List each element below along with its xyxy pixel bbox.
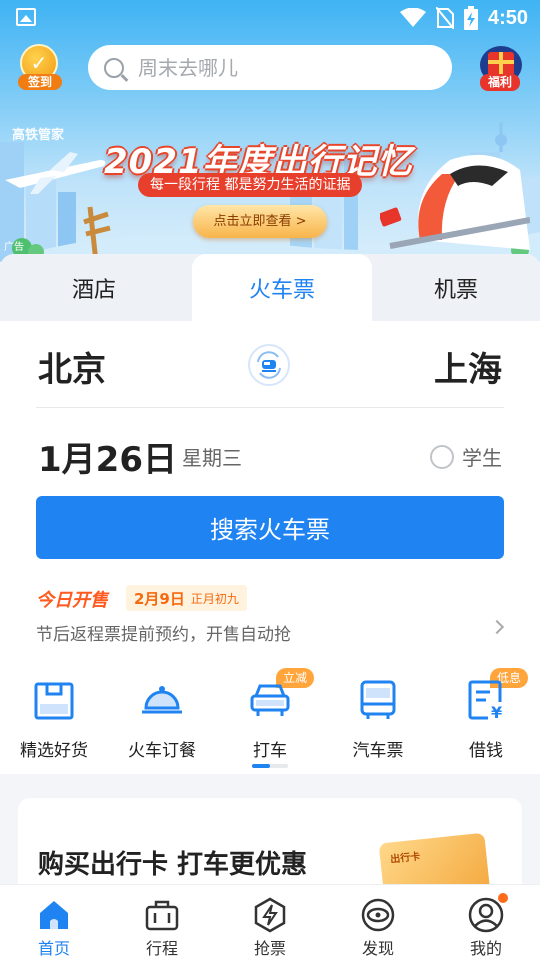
student-radio[interactable]	[430, 444, 454, 469]
nav-profile[interactable]: 我的	[432, 885, 540, 960]
tab-flight[interactable]: 机票	[372, 254, 540, 321]
nav-grab-ticket[interactable]: 抢票	[216, 885, 324, 960]
tab-train[interactable]: 火车票	[192, 254, 372, 322]
hero-banner: 4:50 ✓ 签到 福利 高铁管家 2021年度出行记忆 每一段行程 都是努力生…	[0, 0, 540, 262]
student-toggle[interactable]: 学生	[430, 442, 502, 471]
bag-icon	[32, 678, 76, 722]
battery-charging-icon	[463, 6, 478, 30]
quick-item-meal[interactable]: 火车订餐	[112, 670, 212, 761]
nav-label: 首页	[37, 939, 70, 958]
signin-button[interactable]: ✓ 签到	[18, 44, 62, 92]
banner-subtitle: 每一段行程 都是努力生活的证据	[138, 173, 363, 197]
lightning-icon	[252, 897, 288, 933]
presale-notice[interactable]: 今日开售 2月9日 正月初九 节后返程票提前预约，开售自动抢	[36, 584, 505, 645]
discover-icon	[360, 897, 396, 933]
bus-icon	[356, 678, 400, 722]
car-icon	[248, 678, 292, 722]
suitcase-icon	[144, 897, 180, 933]
home-icon	[36, 897, 72, 933]
weekday: 星期三	[182, 446, 242, 470]
signin-label: 签到	[18, 74, 62, 90]
gift-icon	[488, 52, 514, 76]
nav-label: 抢票	[253, 939, 286, 958]
presale-date-pill: 2月9日 正月初九	[126, 585, 247, 611]
gallery-notification-icon	[16, 8, 36, 26]
food-cloche-icon	[140, 678, 184, 722]
status-time: 4:50	[487, 6, 528, 29]
travel-card-label: 出行卡	[389, 851, 421, 866]
quick-item-goods[interactable]: 精选好货	[4, 670, 104, 761]
notification-dot	[498, 893, 508, 903]
quick-item-loan[interactable]: 低息 ¥ 借钱	[436, 668, 536, 761]
student-label: 学生	[462, 446, 502, 470]
quick-item-label: 火车订餐	[128, 741, 196, 761]
loan-icon: ¥	[464, 678, 508, 722]
no-sim-icon	[435, 7, 454, 29]
presale-lunar: 正月初九	[190, 591, 239, 606]
nav-trips[interactable]: 行程	[108, 885, 216, 960]
promo-title: 购买出行卡 打车更优惠	[38, 850, 308, 880]
profile-icon	[468, 893, 508, 933]
wifi-icon	[399, 8, 426, 27]
train-swap-icon	[257, 351, 281, 379]
airplane-illustration	[5, 152, 106, 194]
search-trains-button[interactable]: 搜索火车票	[36, 496, 504, 559]
search-icon	[104, 57, 124, 78]
nav-discover[interactable]: 发现	[324, 885, 432, 960]
departure-date[interactable]: 1月26日	[38, 432, 177, 481]
nav-label: 发现	[361, 939, 394, 958]
page-indicator	[252, 764, 288, 768]
quick-item-label: 精选好货	[20, 741, 88, 761]
route-row: 北京 上海	[36, 342, 504, 408]
chevron-right-icon	[489, 619, 505, 635]
quick-item-bus[interactable]: 汽车票	[328, 670, 428, 761]
nav-label: 行程	[145, 939, 178, 958]
search-input[interactable]	[138, 55, 418, 80]
banner-view-button[interactable]: 点击立即查看 >	[193, 205, 327, 238]
presale-description: 节后返程票提前预约，开售自动抢	[36, 625, 291, 645]
presale-tag: 今日开售	[36, 590, 108, 611]
presale-date: 2月9日	[134, 589, 185, 608]
swap-cities-button[interactable]	[248, 344, 290, 386]
quick-item-label: 借钱	[469, 741, 503, 761]
quick-item-taxi[interactable]: 立减 打车	[220, 668, 320, 761]
booking-card: 酒店 火车票 机票 北京 上海 1月26日 星期三 学生 搜索火车票 今日开售 …	[0, 254, 540, 774]
welfare-button[interactable]: 福利	[476, 46, 524, 92]
welfare-label: 福利	[480, 74, 520, 91]
banner-brand: 高铁管家	[12, 128, 65, 143]
quick-actions: 精选好货 火车订餐 立减 打车 汽车票 低息 ¥ 借钱	[0, 668, 540, 770]
bottom-tab-bar: 首页 行程 抢票 发现 我的	[0, 884, 540, 960]
quick-item-label: 汽车票	[352, 741, 404, 761]
departure-city[interactable]: 北京	[38, 342, 106, 391]
nav-label: 我的	[469, 939, 502, 958]
ad-tag: 广告	[4, 242, 24, 253]
date-row[interactable]: 1月26日 星期三 学生	[36, 430, 504, 480]
arrival-city[interactable]: 上海	[434, 342, 502, 391]
nav-home[interactable]: 首页	[0, 885, 108, 960]
svg-text:¥: ¥	[491, 703, 502, 722]
search-bar[interactable]	[88, 45, 452, 90]
tab-hotel[interactable]: 酒店	[0, 254, 188, 321]
booking-tabs: 酒店 火车票 机票	[0, 254, 540, 322]
quick-item-label: 打车	[253, 741, 287, 761]
status-bar: 4:50	[0, 0, 540, 36]
